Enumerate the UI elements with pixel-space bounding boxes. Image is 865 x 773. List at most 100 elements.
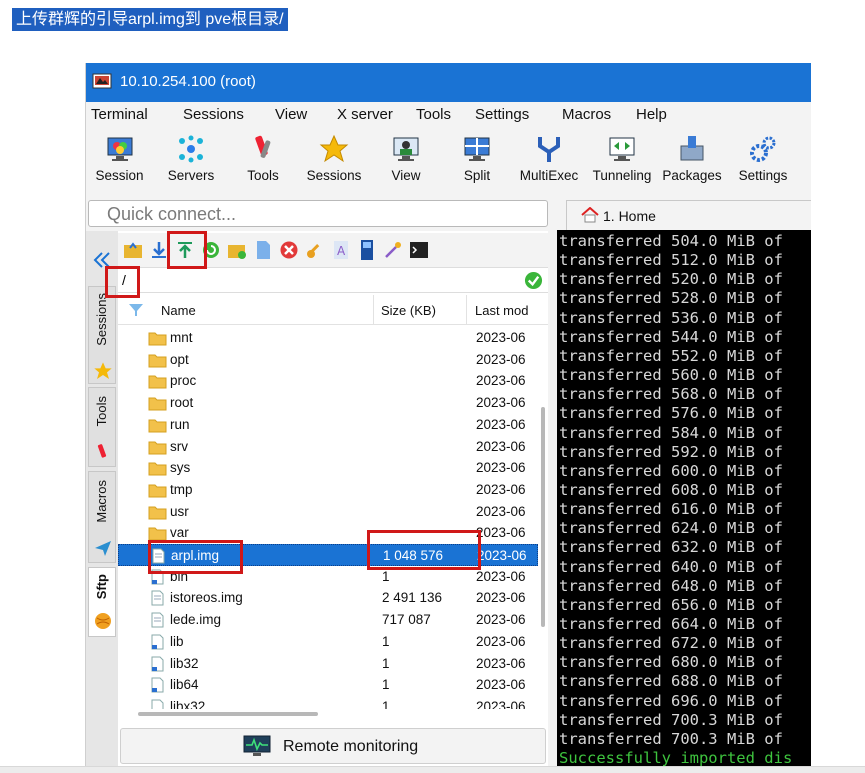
toolbar-servers-button[interactable]: Servers [162,134,220,183]
file-name: istoreos.img [170,590,243,606]
terminal-line: transferred 544.0 MiB of [559,327,783,346]
column-size[interactable]: Size (KB) [381,303,436,318]
star-icon [319,134,349,163]
menu-bar: Terminal Sessions View X server Tools Se… [86,102,811,128]
file-row[interactable]: run 2023-06 [118,414,538,436]
file-name: lede.img [170,612,222,628]
folder-icon [148,375,167,389]
remote-monitoring-button[interactable]: Remote monitoring [120,728,546,764]
horizontal-scroll-thumb[interactable] [138,712,318,716]
vertical-scroll-thumb[interactable] [541,407,545,627]
toggle-view-icon[interactable] [357,240,377,260]
terminal-line: transferred 584.0 MiB of [559,423,783,442]
column-last-modified[interactable]: Last mod [475,303,528,318]
file-row[interactable]: lib 1 2023-06 [118,631,538,653]
file-row[interactable]: lib32 1 2023-06 [118,653,538,675]
toolbar-split-button[interactable]: Split [456,134,498,183]
new-folder-icon[interactable] [227,240,247,260]
file-date: 2023-06 [476,481,526,497]
side-tab-tools[interactable]: Tools [88,387,116,467]
terminal-line: transferred 576.0 MiB of [559,404,783,423]
menu-macros[interactable]: Macros [562,106,611,123]
menu-terminal[interactable]: Terminal [91,106,148,123]
tab-home[interactable]: 1. Home [566,200,811,230]
terminal-icon[interactable] [409,240,429,260]
menu-settings[interactable]: Settings [475,106,529,123]
column-divider [466,295,467,325]
file-row[interactable]: lede.img 717 087 2023-06 [118,609,538,631]
file-row[interactable]: opt 2023-06 [118,349,538,371]
filter-icon[interactable] [128,303,144,317]
text-file-icon[interactable]: A [331,240,351,260]
file-row[interactable]: lib64 1 2023-06 [118,674,538,696]
terminal-line: transferred 616.0 MiB of [559,500,783,519]
file-date: 2023-06 [476,438,526,454]
terminal-line: transferred 600.0 MiB of [559,461,783,480]
file-date: 2023-06 [476,373,526,389]
path-ok-check-icon[interactable] [524,271,543,290]
key-icon[interactable] [305,240,325,260]
side-tab-sessions[interactable]: Sessions [88,286,116,384]
toolbar-tunneling-button[interactable]: Tunneling [588,134,656,183]
parent-folder-icon[interactable] [123,240,143,260]
terminal-line: transferred 700.3 MiB of [559,729,783,748]
terminal-line: transferred 528.0 MiB of [559,289,783,308]
toolbar-settings-button[interactable]: Settings [734,134,792,183]
file-date: 2023-06 [476,633,526,649]
file-row[interactable]: sys 2023-06 [118,457,538,479]
menu-tools[interactable]: Tools [416,106,451,123]
file-icon [151,590,164,606]
new-file-icon[interactable] [253,240,273,260]
terminal-output[interactable]: transferred 504.0 MiB of transferred 512.… [557,230,811,773]
file-date: 2023-06 [476,395,526,411]
menu-x-server[interactable]: X server [337,106,393,123]
side-tab-macros[interactable]: Macros [88,471,116,563]
toolbar-sessions-button[interactable]: Sessions [304,134,364,183]
folder-icon [148,441,167,454]
sftp-path-bar[interactable]: / [118,267,548,293]
delete-icon[interactable] [279,240,299,260]
file-row[interactable]: tmp 2023-06 [118,479,538,501]
split-icon [464,137,490,161]
file-row[interactable]: usr 2023-06 [118,501,538,523]
terminal-line: transferred 640.0 MiB of [559,557,783,576]
magic-wand-icon[interactable] [383,240,403,260]
folder-icon [148,397,167,411]
toolbar-view-button[interactable]: View [382,134,430,183]
file-row[interactable]: srv 2023-06 [118,436,538,458]
file-row[interactable]: istoreos.img 2 491 136 2023-06 [118,587,538,609]
file-row[interactable]: proc 2023-06 [118,370,538,392]
menu-help[interactable]: Help [636,106,667,123]
terminal-line: transferred 624.0 MiB of [559,519,783,538]
side-tab-sftp[interactable]: Sftp [88,567,116,637]
highlight-upload-button [167,231,207,269]
menu-sessions[interactable]: Sessions [183,106,244,123]
terminal-line: transferred 696.0 MiB of [559,691,783,710]
file-date: 2023-06 [476,590,526,606]
tools-icon [97,444,107,458]
horizontal-scrollbar[interactable] [118,709,548,719]
file-date: 2023-06 [476,351,526,367]
sftp-panel: A / Name Size (KB) Last mod mnt 2023-06 op… [118,231,548,773]
gear-icon [750,136,776,162]
vertical-scrollbar[interactable] [538,327,548,717]
file-size: 1 [382,633,390,649]
terminal-line: transferred 592.0 MiB of [559,442,783,461]
menu-view[interactable]: View [275,106,307,123]
toolbar-session-button[interactable]: Session [92,134,147,183]
file-row[interactable]: mnt 2023-06 [118,327,538,349]
quick-connect-input[interactable]: Quick connect... [88,200,548,227]
file-icon [151,612,164,628]
file-name: tmp [170,481,193,497]
file-name: root [170,395,194,411]
download-icon[interactable] [149,240,169,260]
toolbar-packages-button[interactable]: Packages [660,134,724,183]
toolbar-tools-button[interactable]: Tools [238,134,288,183]
file-row[interactable]: root 2023-06 [118,392,538,414]
symlink-file-icon [151,677,164,693]
toolbar-multiexec-button[interactable]: MultiExec [516,134,582,183]
terminal-line: transferred 568.0 MiB of [559,385,783,404]
terminal-line: transferred 664.0 MiB of [559,615,783,633]
file-name: proc [170,373,197,389]
column-name[interactable]: Name [161,303,196,318]
